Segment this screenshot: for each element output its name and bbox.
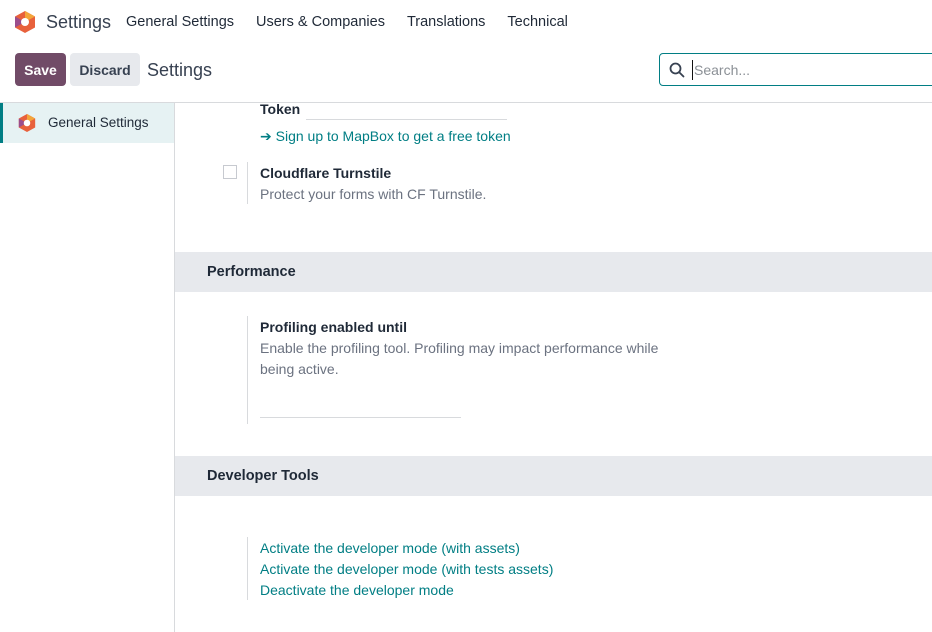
menu-users-companies[interactable]: Users & Companies xyxy=(256,14,385,30)
token-input[interactable] xyxy=(306,119,507,120)
profiling-date-input[interactable] xyxy=(260,417,461,418)
odoo-logo-icon[interactable] xyxy=(14,10,36,34)
section-title: Performance xyxy=(207,264,296,280)
settings-content: Token ➔ Sign up to MapBox to get a free … xyxy=(175,103,932,632)
profiling-label: Profiling enabled until xyxy=(260,319,407,335)
mapbox-signup-link[interactable]: ➔ Sign up to MapBox to get a free token xyxy=(260,128,511,145)
setting-divider xyxy=(247,316,248,424)
menu-general-settings[interactable]: General Settings xyxy=(126,14,234,30)
search-icon xyxy=(669,62,685,78)
setting-divider xyxy=(247,162,248,204)
settings-sidebar: General Settings xyxy=(0,103,175,632)
odoo-logo-icon xyxy=(18,114,36,132)
search-box[interactable] xyxy=(659,53,932,86)
activate-dev-mode-assets-link[interactable]: Activate the developer mode (with assets… xyxy=(260,540,520,556)
discard-button[interactable]: Discard xyxy=(70,53,140,86)
profiling-description-cont: being active. xyxy=(260,361,339,377)
sidebar-item-general-settings[interactable]: General Settings xyxy=(0,103,174,143)
section-title: Developer Tools xyxy=(207,468,319,484)
token-label: Token xyxy=(260,103,301,117)
cloudflare-label: Cloudflare Turnstile xyxy=(260,165,392,181)
save-button[interactable]: Save xyxy=(15,53,66,86)
main-menu: General Settings Users & Companies Trans… xyxy=(126,14,590,30)
menu-technical[interactable]: Technical xyxy=(507,14,567,30)
profiling-description: Enable the profiling tool. Profiling may… xyxy=(260,340,659,356)
control-panel: Save Discard Settings xyxy=(0,44,932,103)
cloudflare-description: Protect your forms with CF Turnstile. xyxy=(260,186,487,202)
search-input[interactable] xyxy=(692,60,922,80)
menu-translations[interactable]: Translations xyxy=(407,14,485,30)
setting-divider xyxy=(247,537,248,600)
page-title: Settings xyxy=(147,60,213,80)
cloudflare-checkbox[interactable] xyxy=(223,165,237,179)
app-title[interactable]: Settings xyxy=(46,12,111,33)
developer-tools-section-header: Developer Tools xyxy=(175,456,932,496)
performance-section-header: Performance xyxy=(175,252,932,292)
deactivate-dev-mode-link[interactable]: Deactivate the developer mode xyxy=(260,582,454,598)
top-navbar: Settings General Settings Users & Compan… xyxy=(0,0,932,44)
sidebar-item-label: General Settings xyxy=(48,115,149,130)
activate-dev-mode-tests-link[interactable]: Activate the developer mode (with tests … xyxy=(260,561,553,577)
